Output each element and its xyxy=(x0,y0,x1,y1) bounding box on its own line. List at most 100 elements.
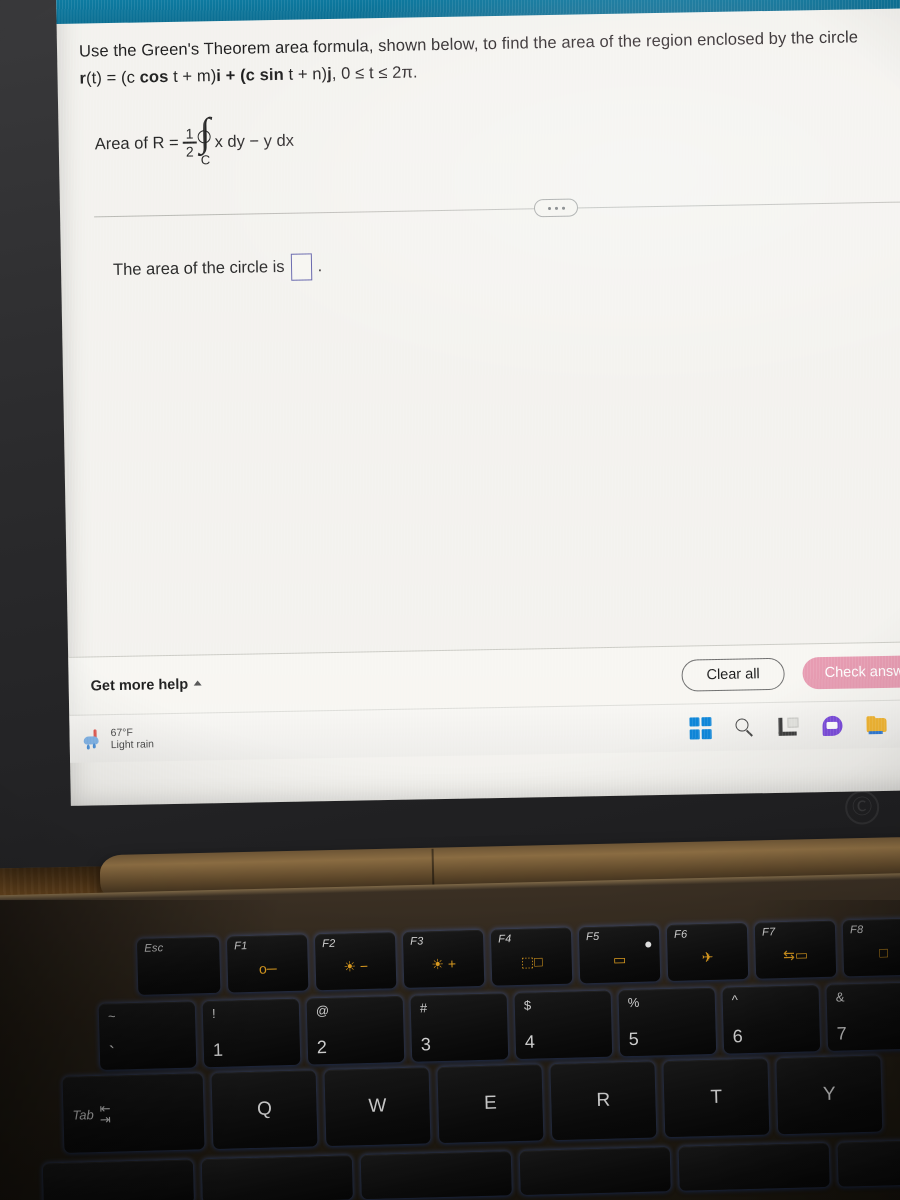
key-f8-label: F8 xyxy=(849,923,864,937)
key-f3-label: F3 xyxy=(409,935,424,948)
weather-widget[interactable]: 67°F Light rain xyxy=(83,726,154,751)
key-w[interactable]: W xyxy=(324,1067,431,1147)
key-f6-fn-icon: ✈ xyxy=(701,948,714,966)
r-plus: + (c xyxy=(220,66,260,85)
key-f6[interactable]: F6 ✈ xyxy=(666,922,749,982)
key-four-base-label: 4 xyxy=(524,1031,536,1052)
fraction-denominator: 2 xyxy=(185,143,194,160)
key-partial-1[interactable] xyxy=(42,1159,194,1200)
key-five-shift-label: % xyxy=(627,994,640,1011)
contour-integral: ∫ C xyxy=(197,109,212,167)
integrand-expression: x dy − y dx xyxy=(214,131,295,151)
search-icon[interactable] xyxy=(733,716,755,738)
chat-camera-shape xyxy=(826,721,838,729)
key-four-shift-label: $ xyxy=(523,997,532,1013)
touchpad-indicator-icon xyxy=(645,941,652,948)
key-f2-fn-icon: ☀ − xyxy=(343,957,369,975)
task-view-bar-bottom xyxy=(778,731,797,736)
key-f1[interactable]: F1 ᴏ─ xyxy=(226,934,309,993)
key-three-shift-label: # xyxy=(419,1000,428,1016)
key-f5-fn-icon: ▭ xyxy=(612,951,627,968)
key-partial-2[interactable] xyxy=(201,1155,353,1200)
key-three[interactable]: #3 xyxy=(410,993,509,1062)
key-y[interactable]: Y xyxy=(776,1055,883,1135)
start-tile-3 xyxy=(689,729,700,740)
key-f4[interactable]: F4 ⬚□ xyxy=(490,927,573,986)
key-e[interactable]: E xyxy=(437,1064,544,1144)
key-partial-5[interactable] xyxy=(678,1142,830,1191)
key-f1-fn-icon: ᴏ─ xyxy=(258,960,277,977)
key-tab-label: Tab xyxy=(72,1106,94,1123)
key-backtick-shift-label: ~ xyxy=(107,1008,116,1024)
key-tab[interactable]: Tab ⇤ ⇥ xyxy=(62,1073,205,1153)
key-f2-label: F2 xyxy=(322,937,336,951)
raindrop-shape-2 xyxy=(92,742,96,748)
key-f8[interactable]: F8 □ xyxy=(842,918,900,977)
key-seven[interactable]: & 7 xyxy=(826,982,900,1051)
key-f7[interactable]: F7 ⇆▭ xyxy=(754,920,837,979)
key-seven-base-label: 7 xyxy=(836,1023,847,1044)
key-six-shift-label: ^ xyxy=(731,992,739,1008)
file-explorer-icon[interactable] xyxy=(865,713,887,735)
manufacturer-emblem: Ⓒ xyxy=(844,790,880,825)
r-tail: , 0 ≤ t ≤ 2π. xyxy=(331,63,418,83)
cloud-shape xyxy=(83,735,99,745)
key-q-label: Q xyxy=(256,1098,273,1120)
key-partial-4[interactable] xyxy=(519,1147,671,1195)
key-six[interactable]: ^ 6 xyxy=(722,985,821,1054)
raindrop-shape-1 xyxy=(86,744,90,750)
key-f3-fn-icon: ☀ + xyxy=(431,955,457,973)
qwerty-key-row: Tab ⇤ ⇥ Q W E R T Y xyxy=(62,1055,883,1153)
key-r[interactable]: R xyxy=(550,1061,657,1141)
folder-blue-strip xyxy=(868,730,883,734)
key-one-shift-label: ! xyxy=(211,1005,216,1022)
fraction-numerator: 1 xyxy=(185,125,194,142)
sin-label: sin xyxy=(259,65,284,85)
chat-icon[interactable] xyxy=(821,714,843,736)
section-divider-wrapper xyxy=(82,190,900,229)
clear-all-button[interactable]: Clear all xyxy=(681,657,785,692)
key-f2[interactable]: F2 ☀ − xyxy=(314,932,397,991)
key-f5-label: F5 xyxy=(585,930,600,944)
windows-start-icon[interactable] xyxy=(689,716,712,740)
key-esc[interactable]: Esc xyxy=(136,936,221,995)
key-t-label: T xyxy=(710,1086,723,1108)
key-four[interactable]: $4 xyxy=(514,990,613,1060)
task-view-icon[interactable] xyxy=(777,715,799,737)
greens-theorem-formula: Area of R = 1 2 ∫ C x dy − y dx xyxy=(94,104,900,169)
laptop-keyboard: Esc F1 ᴏ─ F2 ☀ − F3 ☀ + F4 ⬚□ F5 ▭ F6 ✈ F7 ⇆▭ F8 □ ~ `! 1 @… xyxy=(0,887,900,1200)
key-q[interactable]: Q xyxy=(211,1070,318,1150)
taskbar-icons xyxy=(689,712,900,740)
key-f4-fn-icon: ⬚□ xyxy=(520,953,543,970)
photo-of-laptop-screen: Ⓒ Use the Green's Theorem area formula, … xyxy=(0,0,900,1200)
key-one[interactable]: ! 1 xyxy=(202,998,301,1068)
key-f5[interactable]: F5 ▭ xyxy=(578,925,661,984)
key-five[interactable]: % 5 xyxy=(618,987,717,1057)
key-backtick-base-label: ` xyxy=(108,1042,116,1063)
key-one-base-label: 1 xyxy=(212,1039,224,1060)
key-f3[interactable]: F3 ☀ + xyxy=(402,929,485,988)
more-options-button[interactable] xyxy=(533,198,579,218)
start-tile-2 xyxy=(701,716,712,727)
answer-period: . xyxy=(317,257,323,276)
one-half-fraction: 1 2 xyxy=(182,125,197,160)
key-e-label: E xyxy=(483,1092,498,1114)
key-y-label: Y xyxy=(822,1083,836,1106)
key-backtick[interactable]: ~ ` xyxy=(98,1001,197,1070)
key-t[interactable]: T xyxy=(663,1058,770,1138)
caret-up-icon xyxy=(193,680,202,686)
get-more-help-button[interactable]: Get more help xyxy=(91,676,202,694)
key-two[interactable]: @2 xyxy=(306,996,405,1065)
key-partial-3[interactable] xyxy=(360,1151,512,1200)
key-partial-6[interactable] xyxy=(837,1138,900,1187)
key-f4-label: F4 xyxy=(497,933,512,946)
action-buttons-group: Clear all Check answer xyxy=(681,654,900,692)
start-tile-1 xyxy=(689,716,700,727)
check-answer-button[interactable]: Check answer xyxy=(802,654,900,689)
key-two-shift-label: @ xyxy=(315,1002,330,1019)
weather-temperature: 67°F xyxy=(110,726,133,739)
key-two-base-label: 2 xyxy=(316,1037,328,1058)
answer-input[interactable] xyxy=(290,253,312,281)
weather-condition: Light rain xyxy=(110,737,155,751)
